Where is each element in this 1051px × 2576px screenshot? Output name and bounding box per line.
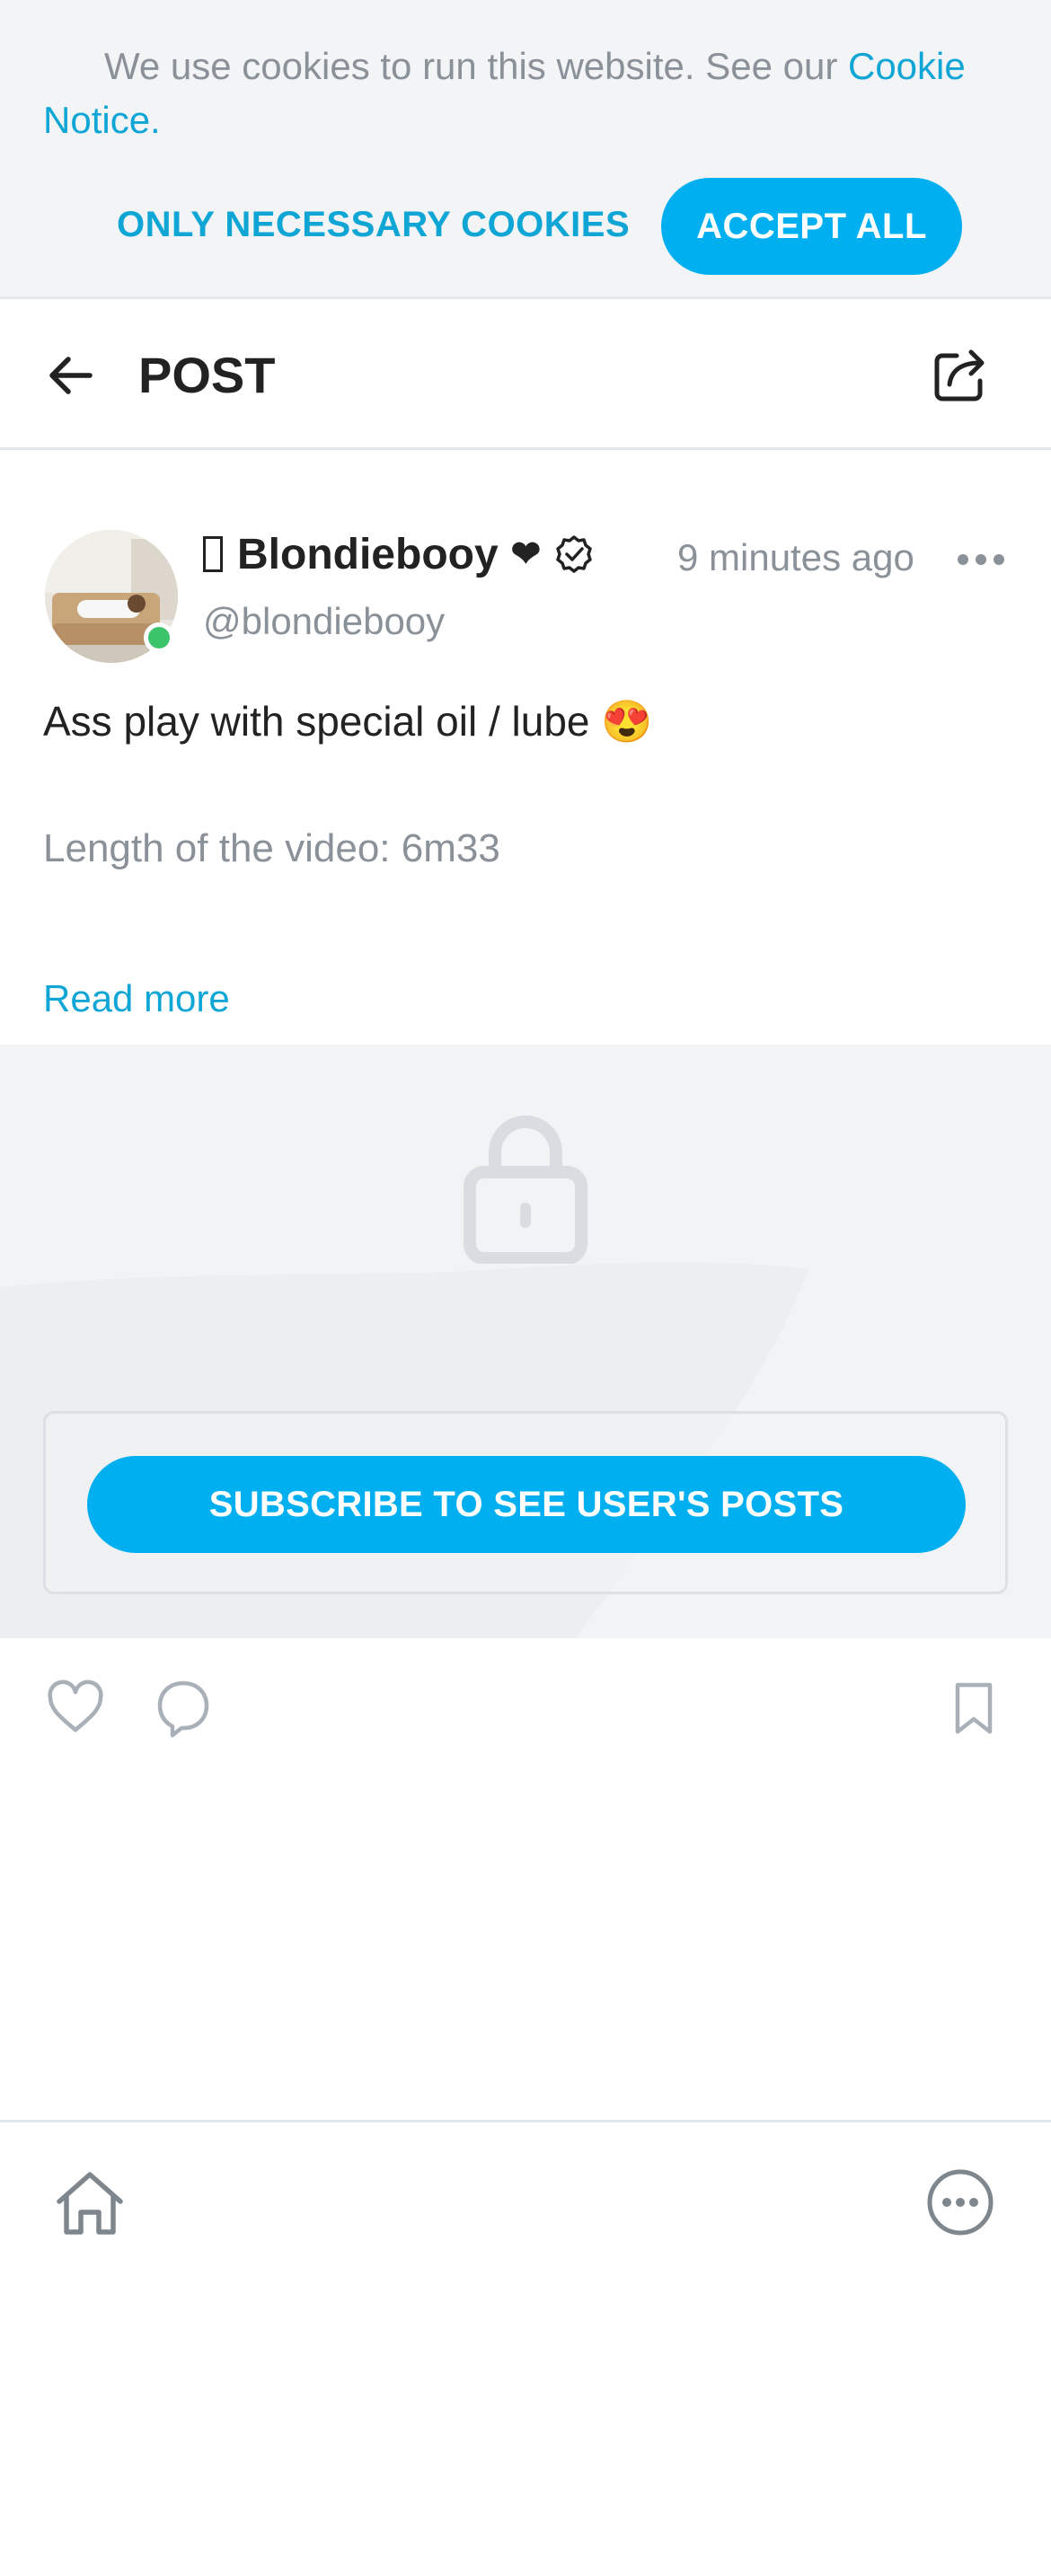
- share-icon[interactable]: [930, 345, 991, 406]
- bottom-nav: [0, 2120, 1051, 2576]
- cookie-banner: We use cookies to run this website. See …: [0, 0, 1051, 299]
- missing-glyph-icon: [203, 536, 223, 572]
- author-name[interactable]: Blondiebooy: [237, 530, 499, 579]
- cookie-message: We use cookies to run this website. See …: [43, 40, 1013, 147]
- more-menu-icon[interactable]: [925, 2167, 995, 2237]
- author-handle[interactable]: @blondiebooy: [203, 596, 445, 647]
- accept-all-button[interactable]: ACCEPT ALL: [661, 178, 962, 275]
- arrow-left-icon[interactable]: [43, 347, 101, 404]
- subscribe-card: SUBSCRIBE TO SEE USER'S POSTS: [43, 1411, 1008, 1594]
- cookie-text: We use cookies to run this website. See …: [104, 45, 848, 87]
- only-necessary-cookies-button[interactable]: ONLY NECESSARY COOKIES: [117, 193, 630, 256]
- lock-icon: [464, 1116, 587, 1264]
- read-more-link[interactable]: Read more: [43, 973, 230, 1025]
- locked-media: SUBSCRIBE TO SEE USER'S POSTS: [0, 1045, 1051, 1638]
- page-title: POST: [138, 347, 276, 403]
- subscribe-button[interactable]: SUBSCRIBE TO SEE USER'S POSTS: [87, 1456, 966, 1553]
- author-name-row[interactable]: Blondiebooy ❤: [203, 526, 595, 582]
- comment-icon[interactable]: [155, 1678, 212, 1739]
- more-options-icon[interactable]: [956, 546, 1006, 573]
- post-subtext: Length of the video: 6m33: [43, 826, 500, 870]
- online-status-indicator: [144, 622, 174, 653]
- bookmark-icon[interactable]: [950, 1680, 997, 1737]
- post-timestamp[interactable]: 9 minutes ago: [677, 534, 914, 582]
- home-icon[interactable]: [52, 2166, 128, 2241]
- heart-emoji: ❤: [510, 534, 542, 574]
- post-text: Ass play with special oil / lube 😍: [43, 698, 653, 745]
- verified-badge-icon: [556, 535, 592, 573]
- post-header: POST: [0, 302, 1051, 450]
- heart-icon[interactable]: [45, 1680, 106, 1735]
